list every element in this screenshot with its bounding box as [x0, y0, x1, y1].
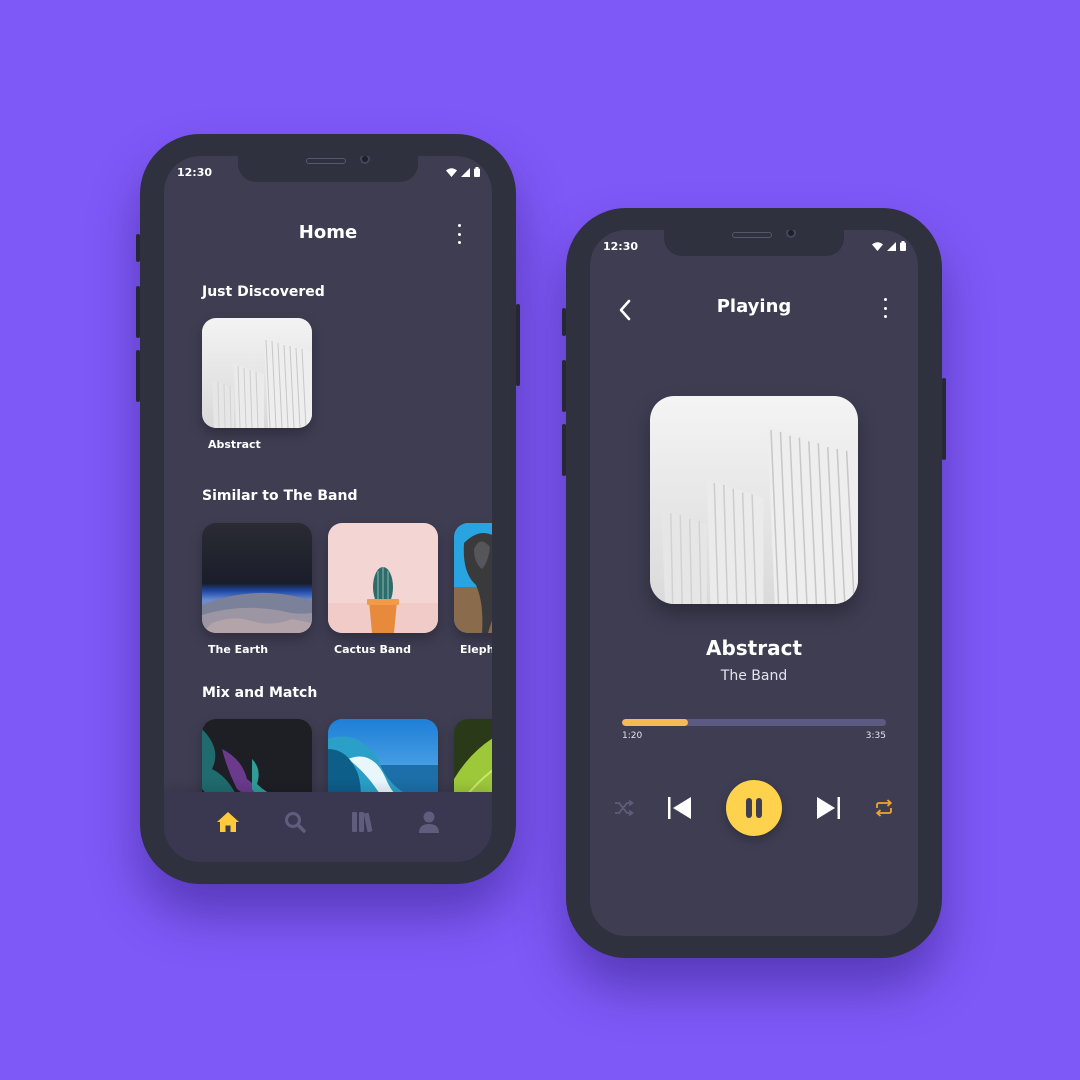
front-camera — [786, 230, 796, 238]
home-screen: 12:30 Home Just Discovered Abstract Simi… — [164, 156, 492, 862]
tab-search[interactable] — [280, 807, 310, 837]
status-icons — [872, 241, 906, 251]
album-card-elephant[interactable]: Eleph — [454, 523, 492, 656]
power-button — [516, 304, 520, 386]
battery-icon — [900, 241, 906, 251]
repeat-button[interactable] — [874, 799, 894, 817]
pause-icon — [746, 798, 762, 818]
album-label: Eleph — [460, 643, 492, 656]
mute-switch — [136, 234, 140, 262]
next-icon — [817, 797, 840, 819]
page-title: Playing — [716, 296, 792, 317]
search-icon — [284, 812, 306, 833]
battery-icon — [474, 167, 480, 177]
wifi-icon — [446, 167, 457, 177]
section-title-just-discovered: Just Discovered — [202, 284, 325, 300]
signal-icon — [887, 241, 896, 251]
notch — [664, 230, 844, 256]
album-card-the-earth[interactable]: The Earth — [202, 523, 312, 656]
elapsed-time: 1:20 — [622, 731, 643, 741]
volume-up-button — [562, 360, 566, 412]
previous-button[interactable] — [667, 796, 693, 820]
album-art-earth — [202, 523, 312, 633]
home-icon — [216, 812, 239, 832]
tab-profile[interactable] — [414, 807, 444, 837]
song-artist: The Band — [720, 668, 788, 684]
pause-button[interactable] — [726, 780, 782, 836]
song-title: Abstract — [705, 636, 803, 660]
signal-icon — [461, 167, 470, 177]
phone-player: 12:30 Playing Abstract The Band 1:20 3:3… — [562, 208, 946, 958]
duration-time: 3:35 — [865, 731, 886, 741]
next-button[interactable] — [815, 796, 841, 820]
status-icons — [446, 167, 480, 177]
album-label: Cactus Band — [334, 643, 411, 656]
volume-down-button — [562, 424, 566, 476]
album-art-elephant — [454, 523, 492, 633]
notch — [238, 156, 418, 182]
status-time: 12:30 — [177, 166, 213, 179]
speaker — [732, 232, 772, 238]
mute-switch — [562, 308, 566, 336]
front-camera — [360, 156, 370, 164]
album-art-cactus — [328, 523, 438, 633]
tab-library[interactable] — [347, 807, 377, 837]
previous-icon — [668, 797, 691, 819]
album-label: The Earth — [208, 643, 269, 656]
section-title-similar: Similar to The Band — [202, 488, 358, 504]
status-time: 12:30 — [603, 240, 639, 253]
page-title: Home — [298, 222, 358, 243]
volume-down-button — [136, 350, 140, 402]
section-title-mix-and-match: Mix and Match — [202, 685, 318, 701]
shuffle-button[interactable] — [614, 800, 634, 816]
profile-icon — [418, 811, 439, 833]
speaker — [306, 158, 346, 164]
player-screen: 12:30 Playing Abstract The Band 1:20 3:3… — [590, 230, 918, 936]
just-discovered-row: Abstract — [202, 318, 312, 451]
playback-controls — [614, 780, 894, 836]
now-playing-album-art — [650, 396, 858, 604]
tab-home[interactable] — [213, 807, 243, 837]
album-art-abstract — [202, 318, 312, 428]
similar-row: The Earth Cactus Band Eleph — [202, 523, 492, 656]
power-button — [942, 378, 946, 460]
album-card-abstract[interactable]: Abstract — [202, 318, 312, 451]
more-menu-icon[interactable] — [880, 296, 890, 320]
progress-fill — [622, 719, 688, 726]
more-menu-icon[interactable] — [454, 222, 464, 246]
repeat-icon — [875, 799, 893, 817]
library-icon — [351, 812, 372, 833]
volume-up-button — [136, 286, 140, 338]
tab-bar — [164, 792, 492, 862]
wifi-icon — [872, 241, 883, 251]
album-label: Abstract — [208, 438, 261, 451]
shuffle-icon — [615, 800, 634, 816]
phone-home: 12:30 Home Just Discovered Abstract Simi… — [136, 134, 520, 884]
progress-bar[interactable] — [622, 719, 886, 726]
album-card-cactus-band[interactable]: Cactus Band — [328, 523, 438, 656]
